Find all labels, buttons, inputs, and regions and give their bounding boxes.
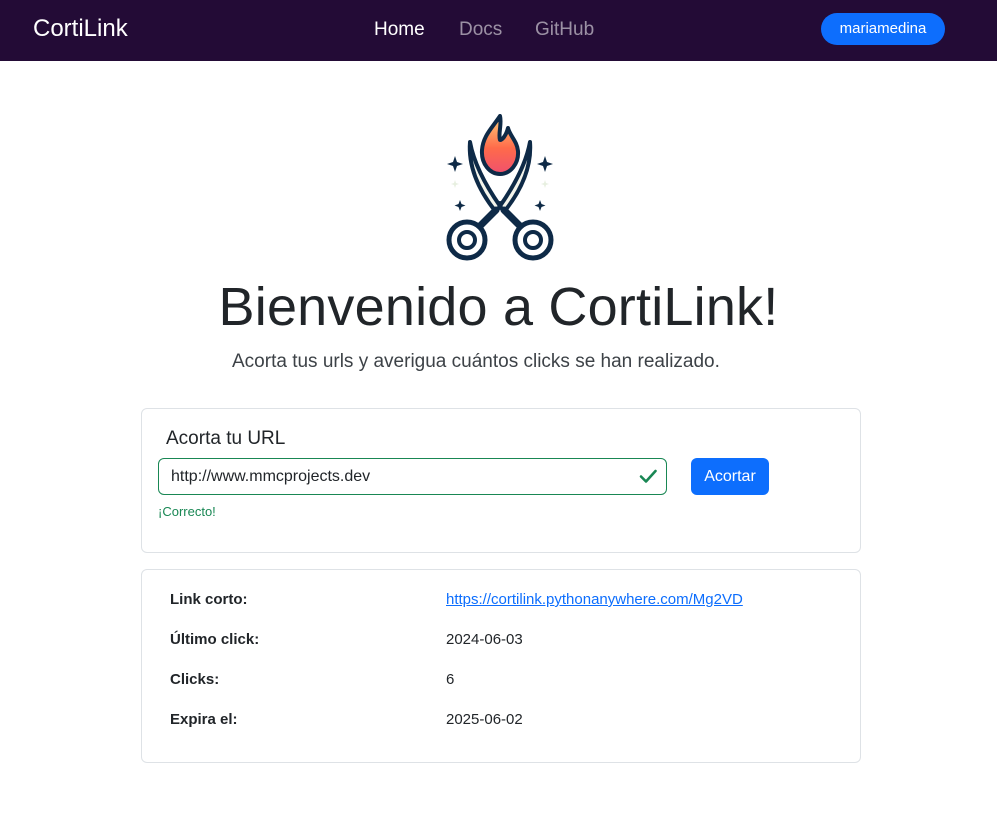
page-subtitle: Acorta tus urls y averigua cuántos click… [232,351,720,372]
page-title: Bienvenido a CortiLink! [218,277,779,337]
clicks-value: 6 [446,671,455,688]
validation-message: ¡Correcto! [158,504,216,519]
last-click-value: 2024-06-03 [446,631,523,648]
result-card: Link corto: https://cortilink.pythonanyw… [141,569,861,763]
nav-home[interactable]: Home [374,19,425,41]
brand-link[interactable]: CortiLink [33,15,128,43]
cortilink-logo [446,114,554,261]
shorten-card-title: Acorta tu URL [166,428,286,449]
last-click-label: Último click: [170,631,260,648]
expires-label: Expira el: [170,711,238,728]
url-input[interactable] [158,458,667,495]
top-navbar: CortiLink Home Docs GitHub mariamedina [0,0,997,61]
expires-value: 2025-06-02 [446,711,523,728]
user-menu-button[interactable]: mariamedina [821,13,945,45]
short-link-label: Link corto: [170,591,248,608]
check-icon [639,469,657,483]
nav-github[interactable]: GitHub [535,19,594,41]
nav-docs[interactable]: Docs [459,19,502,41]
clicks-label: Clicks: [170,671,220,688]
shorten-button[interactable]: Acortar [691,458,769,495]
shorten-url-card: Acorta tu URL ¡Correcto! Acortar [141,408,861,553]
short-link-value: https://cortilink.pythonanywhere.com/Mg2… [446,591,743,608]
short-link[interactable]: https://cortilink.pythonanywhere.com/Mg2… [446,591,743,608]
